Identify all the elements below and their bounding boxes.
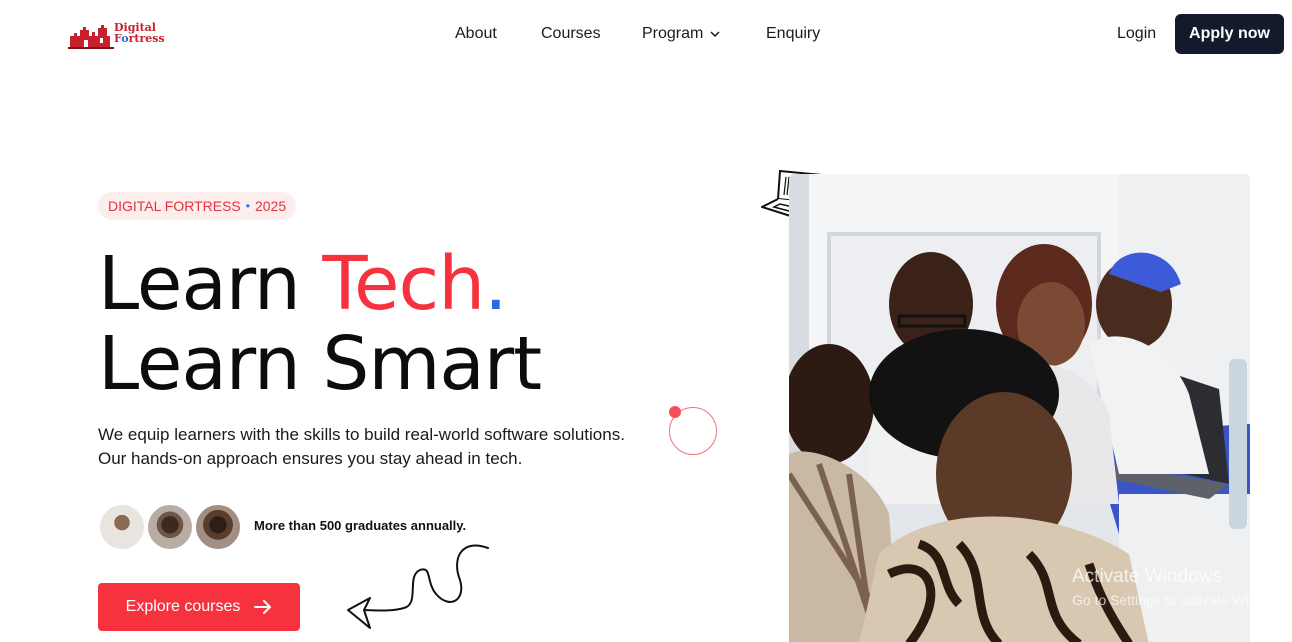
badge-brand: DIGITAL FORTRESS: [108, 198, 241, 214]
nav-enquiry[interactable]: Enquiry: [766, 24, 820, 44]
description-line2: Our hands-on approach ensures you stay a…: [98, 449, 523, 468]
windows-activation-title: Activate Windows: [1072, 566, 1222, 587]
explore-courses-label: Explore courses: [125, 598, 241, 615]
chevron-down-icon: [710, 31, 720, 38]
graduate-avatars: [98, 503, 244, 551]
site-header: Digital Fortress About Courses Program E…: [0, 0, 1292, 68]
headline-line2: Learn Smart: [98, 321, 542, 407]
graduates-count-text: More than 500 graduates annually.: [254, 518, 467, 533]
apply-now-button[interactable]: Apply now: [1175, 14, 1284, 54]
arrow-right-icon: [254, 600, 272, 614]
badge-year: 2025: [254, 198, 287, 214]
headline-learn: Learn: [98, 241, 323, 327]
avatar: [194, 503, 242, 551]
logo-line2-o: o: [121, 32, 129, 45]
squiggle-arrow-doodle: [347, 544, 489, 629]
login-link[interactable]: Login: [1117, 24, 1156, 44]
description-line1: We equip learners with the skills to bui…: [98, 425, 625, 444]
headline-tech: Tech: [322, 241, 485, 327]
hero-headline: Learn Tech. Learn Smart: [98, 241, 542, 407]
castle-icon: [68, 25, 114, 49]
logo-line2: Fortress: [114, 33, 165, 44]
headline-dot: .: [484, 241, 508, 327]
explore-courses-button[interactable]: Explore courses: [98, 583, 300, 631]
hero-description: We equip learners with the skills to bui…: [98, 423, 698, 471]
nav-program[interactable]: Program: [642, 24, 721, 44]
decorative-dot: [669, 406, 681, 418]
avatar: [98, 503, 146, 551]
windows-activation-subtitle: Go to Settings to activate Windows.: [1072, 592, 1292, 608]
logo-wordmark: Digital Fortress: [114, 22, 165, 44]
digital-fortress-logo[interactable]: Digital Fortress: [68, 18, 165, 50]
nav-courses[interactable]: Courses: [541, 24, 601, 44]
nav-about[interactable]: About: [455, 24, 497, 44]
hero-badge: DIGITAL FORTRESS • 2025: [98, 192, 297, 220]
nav-program-label: Program: [642, 25, 704, 42]
badge-separator: •: [245, 199, 250, 213]
avatar: [146, 503, 194, 551]
logo-line2-suffix: rtress: [128, 32, 165, 45]
